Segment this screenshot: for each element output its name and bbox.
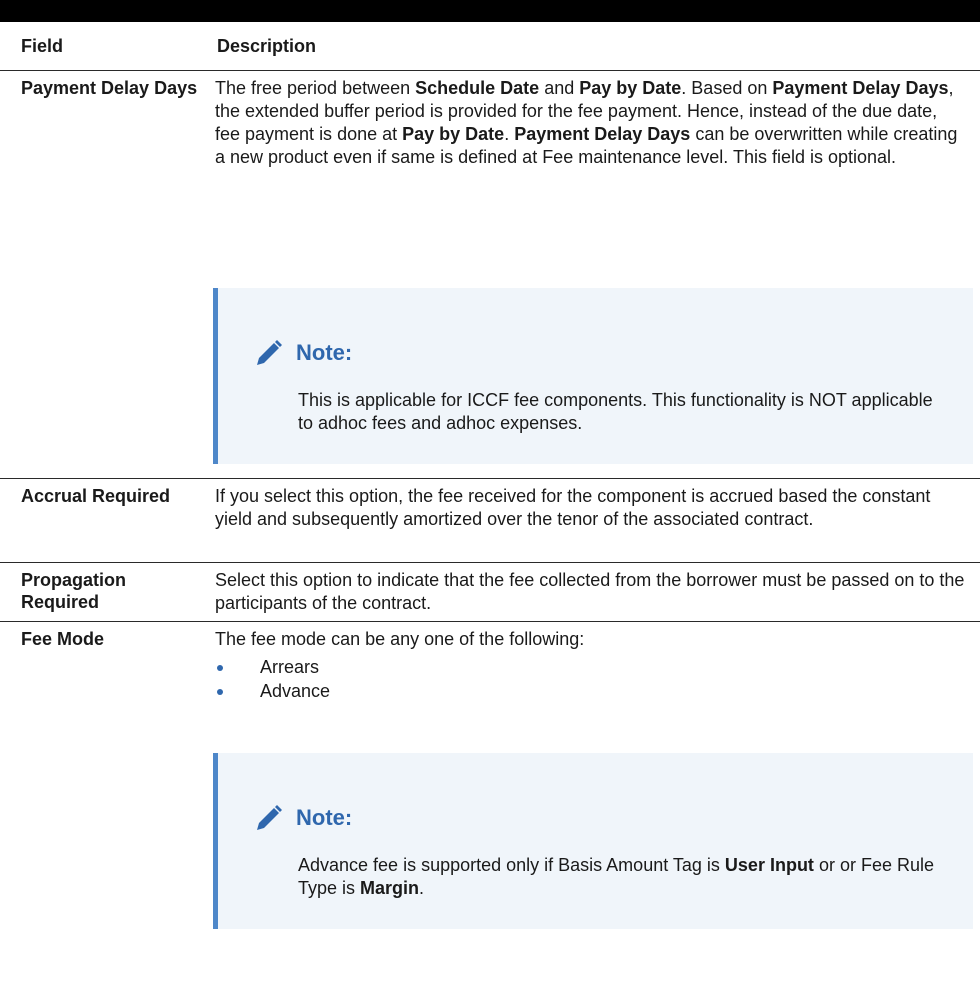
description-text: Select this option to indicate that the … xyxy=(215,570,965,613)
bold-term: Payment Delay Days xyxy=(514,124,691,144)
bold-term: Pay by Date xyxy=(579,78,682,98)
header-field: Field xyxy=(21,36,64,56)
field-description: Select this option to indicate that the … xyxy=(215,569,965,615)
description-text: If you select this option, the fee recei… xyxy=(215,486,931,529)
note-box: Note: Advance fee is supported only if B… xyxy=(213,753,973,929)
table-row: Propagation Required Select this option … xyxy=(0,563,980,622)
description-text: The fee mode can be any one of the follo… xyxy=(215,629,585,649)
table-row: Fee Mode The fee mode can be any one of … xyxy=(0,622,980,1006)
bold-term: Pay by Date xyxy=(402,124,505,144)
header-description: Description xyxy=(217,36,317,56)
field-name: Propagation Required xyxy=(21,570,127,612)
note-header: Note: xyxy=(254,803,352,833)
table-row: Payment Delay Days The free period betwe… xyxy=(0,71,980,479)
note-title: Note: xyxy=(296,805,353,830)
field-name: Payment Delay Days xyxy=(21,78,198,98)
bold-term: User Input xyxy=(724,855,814,875)
description-text: The free period between Schedule Date an… xyxy=(215,78,958,167)
table-row: Accrual Required If you select this opti… xyxy=(0,479,980,563)
list-item: Advance xyxy=(215,679,965,703)
table-header: Field Description xyxy=(0,22,980,71)
pencil-icon xyxy=(257,340,282,365)
bold-term: Margin xyxy=(360,878,420,898)
bullet-dot-icon xyxy=(217,665,223,671)
list-item: Arrears xyxy=(215,655,965,679)
field-description: The fee mode can be any one of the follo… xyxy=(215,628,965,703)
field-name: Accrual Required xyxy=(21,486,171,506)
bullet-dot-icon xyxy=(217,689,223,695)
top-rule xyxy=(0,0,980,22)
fee-mode-list: Arrears Advance xyxy=(215,655,965,703)
pencil-icon xyxy=(257,805,282,830)
note-title: Note: xyxy=(296,340,353,365)
note-header: Note: xyxy=(254,338,352,368)
field-name: Fee Mode xyxy=(21,629,105,649)
note-body: This is applicable for ICCF fee componen… xyxy=(298,390,933,433)
note-box: Note: This is applicable for ICCF fee co… xyxy=(213,288,973,464)
field-description: The free period between Schedule Date an… xyxy=(215,77,965,169)
bold-term: Schedule Date xyxy=(415,78,540,98)
note-body: Advance fee is supported only if Basis A… xyxy=(298,855,934,898)
field-description: If you select this option, the fee recei… xyxy=(215,485,965,531)
bold-term: Payment Delay Days xyxy=(772,78,949,98)
